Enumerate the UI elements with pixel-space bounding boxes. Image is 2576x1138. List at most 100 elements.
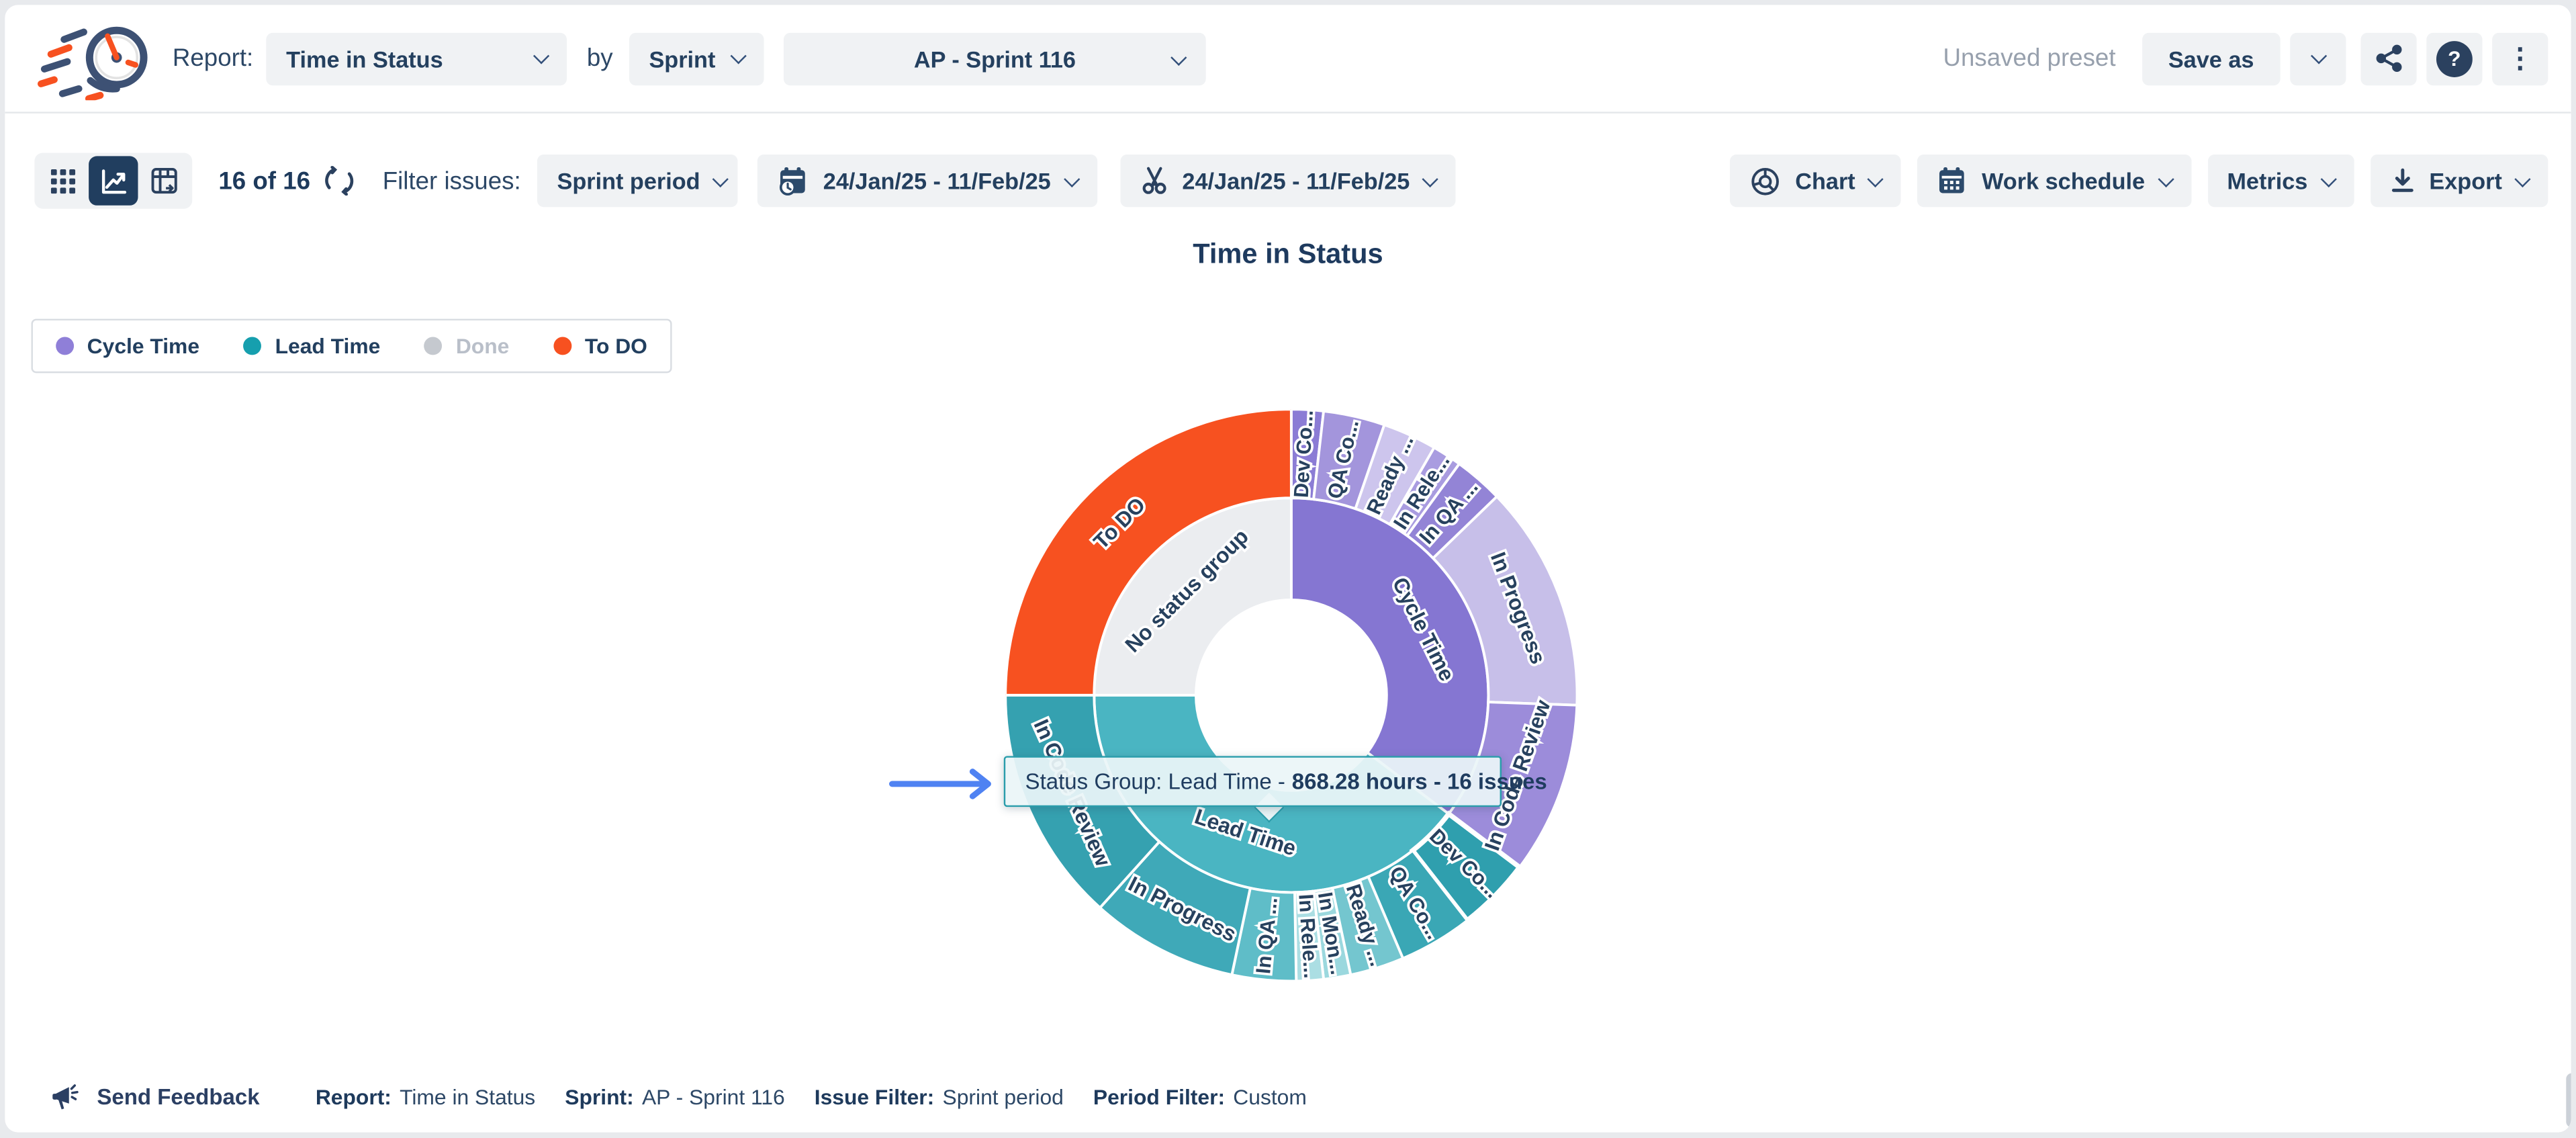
share-button[interactable]	[2360, 32, 2416, 85]
report-label: Report:	[173, 44, 253, 73]
summary-value: Custom	[1233, 1084, 1307, 1108]
chevron-down-icon	[1422, 171, 1438, 187]
period-filter-value: 24/Jan/25 - 11/Feb/25	[823, 168, 1051, 194]
view-switcher	[34, 153, 192, 209]
megaphone-icon	[51, 1081, 82, 1112]
issue-filter-value: Sprint period	[557, 168, 700, 194]
report-select[interactable]: Time in Status	[267, 32, 567, 85]
app-logo	[34, 17, 156, 99]
refresh-icon	[324, 166, 355, 195]
legend-item-lead-time[interactable]: Lead Time	[244, 334, 380, 359]
by-label: by	[587, 44, 613, 73]
filter-issues-label: Filter issues:	[383, 167, 521, 195]
chevron-down-icon	[1170, 49, 1187, 65]
legend-item-done[interactable]: Done	[424, 334, 509, 359]
chevron-down-icon	[533, 48, 549, 64]
summary-key: Issue Filter:	[815, 1084, 935, 1108]
send-feedback-label: Send Feedback	[97, 1084, 259, 1108]
legend-dot	[56, 337, 74, 355]
export-button[interactable]: Export	[2370, 155, 2548, 207]
tooltip-value: 868.28 hours - 16 issues	[1292, 769, 1547, 794]
chart-type-label: Chart	[1795, 168, 1855, 194]
calendar-icon	[1937, 166, 1967, 195]
report-select-value: Time in Status	[286, 45, 443, 71]
help-icon: ?	[2436, 40, 2473, 77]
summary-report: Report: Time in Status	[316, 1084, 535, 1108]
chart-title: Time in Status	[5, 238, 2571, 271]
toolbar-right: Chart Work schedule Metrics	[1729, 155, 2548, 207]
more-menu-button[interactable]: ⋮	[2492, 32, 2548, 85]
legend-dot	[244, 337, 262, 355]
chevron-down-icon	[2514, 171, 2530, 187]
header: Report: Time in Status by Sprint AP - Sp…	[5, 5, 2571, 113]
help-button[interactable]: ?	[2426, 32, 2482, 85]
toolbar: 16 of 16 Filter issues: Sprint period	[34, 153, 2548, 209]
share-icon	[2375, 44, 2403, 73]
sprint-select[interactable]: AP - Sprint 116	[784, 32, 1206, 85]
summary-value: Time in Status	[400, 1084, 535, 1108]
metrics-label: Metrics	[2227, 168, 2307, 194]
summary-key: Report:	[316, 1084, 392, 1108]
legend-label: Lead Time	[275, 334, 381, 359]
sunburst-chart[interactable]: Cycle TimeDev Co...QA Co...Ready ...In R…	[1005, 409, 1577, 981]
kebab-menu-icon: ⋮	[2506, 50, 2534, 67]
summary-value: Sprint period	[943, 1084, 1064, 1108]
legend-label: To DO	[585, 334, 647, 359]
chevron-down-icon	[1868, 171, 1884, 187]
chart-type-select[interactable]: Chart	[1729, 155, 1901, 207]
work-schedule-select[interactable]: Work schedule	[1918, 155, 2191, 207]
grid-icon	[50, 169, 75, 193]
work-schedule-label: Work schedule	[1982, 168, 2145, 194]
export-label: Export	[2429, 168, 2501, 194]
legend-label: Done	[456, 334, 510, 359]
legend-dot	[424, 337, 443, 355]
scrollbar-thumb[interactable]	[2566, 1073, 2571, 1127]
chevron-down-icon	[712, 171, 729, 187]
save-as-button[interactable]: Save as	[2142, 32, 2281, 85]
calendar-clock-icon	[777, 165, 808, 196]
preset-status: Unsaved preset	[1943, 44, 2116, 73]
chevron-down-icon	[2320, 171, 2336, 187]
scissors-icon	[1140, 166, 1168, 195]
summary-period-filter: Period Filter: Custom	[1093, 1084, 1307, 1108]
sprint-select-value: AP - Sprint 116	[914, 45, 1076, 71]
download-icon	[2390, 168, 2415, 194]
annotation-arrow	[887, 767, 1009, 800]
send-feedback-button[interactable]: Send Feedback	[51, 1081, 260, 1112]
legend-item-cycle-time[interactable]: Cycle Time	[56, 334, 199, 359]
legend-dot	[553, 337, 571, 355]
app-card: Report: Time in Status by Sprint AP - Sp…	[5, 5, 2571, 1132]
refresh-button[interactable]	[324, 166, 355, 195]
chart-view-button[interactable]	[89, 156, 138, 205]
chevron-down-icon	[2310, 48, 2326, 64]
line-chart-icon	[99, 167, 128, 195]
issue-count: 16 of 16	[218, 167, 310, 195]
trim-period-value: 24/Jan/25 - 11/Feb/25	[1182, 168, 1410, 194]
legend-item-to-do[interactable]: To DO	[553, 334, 647, 359]
summary-issue-filter: Issue Filter: Sprint period	[815, 1084, 1064, 1108]
app-viewport: Report: Time in Status by Sprint AP - Sp…	[0, 0, 2576, 1138]
summary-value: AP - Sprint 116	[642, 1084, 785, 1108]
summary-key: Period Filter:	[1093, 1084, 1225, 1108]
chevron-down-icon	[731, 48, 747, 64]
save-as-label: Save as	[2168, 45, 2254, 71]
pivot-table-icon	[150, 167, 179, 195]
chevron-down-icon	[1063, 171, 1079, 187]
grid-view-button[interactable]	[38, 156, 87, 205]
group-by-select[interactable]: Sprint	[629, 32, 764, 85]
group-by-value: Sprint	[649, 45, 715, 71]
report-summary: Report: Time in Status Sprint: AP - Spri…	[316, 1084, 1307, 1108]
metrics-select[interactable]: Metrics	[2207, 155, 2354, 207]
tooltip-text: Status Group: Lead Time -	[1025, 769, 1285, 794]
chevron-down-icon	[2158, 171, 2174, 187]
summary-sprint: Sprint: AP - Sprint 116	[565, 1084, 784, 1108]
save-options-button[interactable]	[2290, 32, 2346, 85]
table-view-button[interactable]	[140, 156, 189, 205]
chart-tooltip: Status Group: Lead Time - 868.28 hours -…	[1004, 756, 1502, 807]
period-filter-select[interactable]: 24/Jan/25 - 11/Feb/25	[757, 155, 1097, 207]
sunburst-chart-icon	[1749, 165, 1780, 196]
chart-legend: Cycle Time Lead Time Done To DO	[31, 319, 672, 374]
footer: Send Feedback Report: Time in Status Spr…	[51, 1070, 2538, 1123]
trim-period-select[interactable]: 24/Jan/25 - 11/Feb/25	[1119, 155, 1455, 207]
issue-filter-select[interactable]: Sprint period	[537, 155, 737, 207]
